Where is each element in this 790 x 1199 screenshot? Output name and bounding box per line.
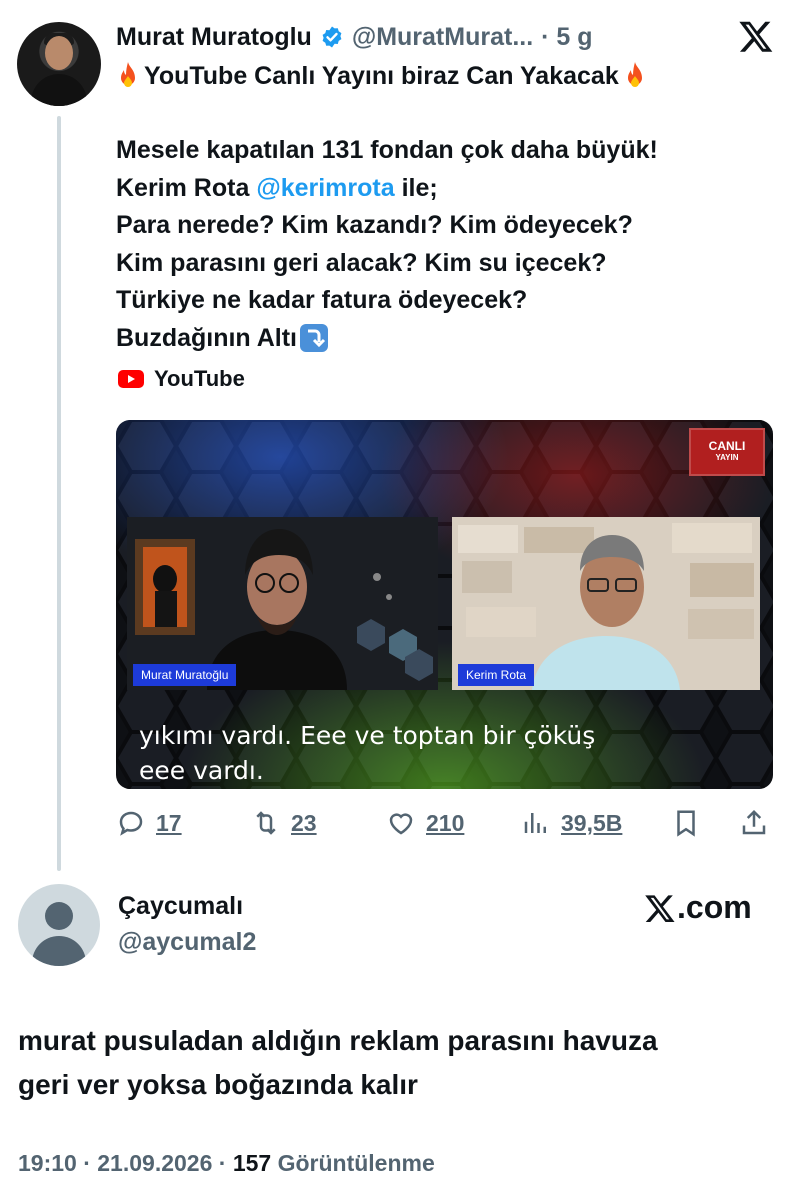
x-com-watermark: .com <box>644 889 752 926</box>
video-player[interactable]: CANLI YAYIN Murat Muratoğlu Kerim Rota y… <box>116 420 773 789</box>
author-name[interactable]: Murat Muratoglu <box>116 23 312 52</box>
youtube-icon <box>118 370 144 388</box>
watermark-text: .com <box>677 889 752 925</box>
author-avatar[interactable] <box>17 22 101 106</box>
bookmark-button[interactable] <box>671 803 701 843</box>
nametag-right: Kerim Rota <box>458 664 535 686</box>
reply-count: 17 <box>156 809 182 836</box>
fire-emoji-icon <box>627 62 642 87</box>
headline: YouTube Canlı Yayını biraz Can Yakacak <box>116 60 776 92</box>
repost-button[interactable]: 23 <box>251 803 317 843</box>
reply-author-name[interactable]: Çaycumalı <box>118 892 243 921</box>
body-line: Kim parasını geri alacak? Kim su içecek? <box>116 248 607 277</box>
down-right-arrow-emoji-icon <box>300 324 328 353</box>
mention-link[interactable]: @kerimrota <box>256 170 394 208</box>
live-badge-bottom: YAYIN <box>715 453 739 462</box>
views-icon <box>524 813 546 833</box>
reply-icon <box>119 811 143 836</box>
video-subtitle: yıkımı vardı. Eee ve toptan bir çöküş ee… <box>139 718 595 788</box>
link-source[interactable]: YouTube <box>118 366 245 392</box>
reply-button[interactable]: 17 <box>116 803 182 843</box>
like-button[interactable]: 210 <box>386 803 464 843</box>
post-age: · 5 g <box>541 22 593 51</box>
share-button[interactable] <box>739 803 769 843</box>
reply-text-line: geri ver yoksa boğazında kalır <box>18 1069 418 1100</box>
author-row: Murat Muratoglu @MuratMurat... · 5 g <box>116 20 593 54</box>
headline-text: YouTube Canlı Yayını biraz Can Yakacak <box>144 62 619 90</box>
subtitle-line: eee vardı. <box>139 756 264 785</box>
fire-emoji-icon <box>121 62 135 87</box>
nametag-left: Murat Muratoğlu <box>133 664 237 686</box>
reply-text: murat pusuladan aldığın reklam parasını … <box>18 1019 778 1107</box>
tweet-actions: 17 23 210 39,5B <box>116 803 776 843</box>
body-line: Türkiye ne kadar fatura ödeyecek? <box>116 286 528 314</box>
author-handle[interactable]: @MuratMurat... <box>352 23 533 52</box>
body-line: Mesele kapatılan 131 fondan çok daha büy… <box>116 136 658 164</box>
verified-badge-icon <box>322 26 342 48</box>
body-line-mention: Kerim Rota @kerimrota ile; <box>116 170 776 208</box>
x-logo-icon <box>739 21 773 52</box>
mention-suffix: ile; <box>394 173 438 202</box>
x-logo-icon <box>645 894 675 922</box>
camera-feed-left: Murat Muratoğlu <box>127 517 438 690</box>
views-button[interactable]: 39,5B <box>521 803 622 843</box>
like-icon <box>389 813 413 835</box>
reply-views-count: 157 <box>232 1150 272 1176</box>
reply-author-handle[interactable]: @aycumal2 <box>118 928 256 957</box>
body-line-last: Buzdağının Altı <box>116 320 776 358</box>
live-badge: CANLI YAYIN <box>689 428 765 476</box>
thread-line <box>57 116 61 871</box>
reply-views-label: Görüntülenme <box>277 1150 435 1176</box>
body-line-text: Buzdağının Altı <box>116 323 297 352</box>
reply-timestamp: 19:10 · 21.09.2026 · <box>18 1150 227 1176</box>
share-icon <box>742 809 766 835</box>
body-line: Para nerede? Kim kazandı? Kim ödeyecek? <box>116 211 633 239</box>
reply-avatar[interactable] <box>18 884 100 966</box>
repost-count: 23 <box>291 809 317 836</box>
tweet-body: Mesele kapatılan 131 fondan çok daha büy… <box>116 132 776 357</box>
live-badge-top: CANLI <box>708 439 746 453</box>
mention-prefix: Kerim Rota <box>116 173 257 202</box>
repost-icon <box>256 811 276 835</box>
link-source-label: YouTube <box>154 366 245 391</box>
subtitle-line: yıkımı vardı. Eee ve toptan bir çöküş <box>139 721 596 750</box>
reply-text-line: murat pusuladan aldığın reklam parasını … <box>18 1025 658 1056</box>
reply-meta: 19:10 · 21.09.2026 · 157 Görüntülenme <box>18 1150 435 1177</box>
bookmark-icon <box>677 810 695 837</box>
views-count: 39,5B <box>561 809 623 836</box>
camera-feed-right: Kerim Rota <box>452 517 760 690</box>
like-count: 210 <box>426 809 465 836</box>
